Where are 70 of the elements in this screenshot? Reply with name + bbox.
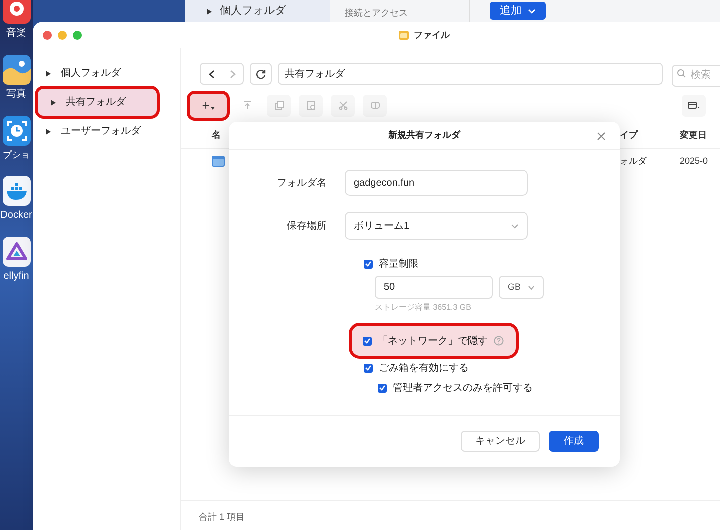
sidebar-item[interactable]: 個人フォルダ (220, 6, 286, 17)
table-cell-text: ォルダ (620, 154, 648, 168)
column-header[interactable]: イプ (620, 129, 680, 143)
app-label: プショ (3, 151, 30, 160)
chevron-down-icon (528, 286, 535, 290)
checkbox[interactable] (364, 364, 373, 372)
search-icon (677, 69, 686, 78)
dialog-title: 新規共有フォルダ (388, 128, 460, 142)
copy-icon (274, 101, 284, 110)
option-label: 管理者アクセスのみを許可する (393, 382, 533, 396)
hint-text: ストレージ容量 3651.3 GB (374, 302, 472, 314)
option-row[interactable]: ごみ箱を有効にする (364, 358, 469, 378)
expand-arrow-icon[interactable] (51, 100, 56, 106)
sidebar-item[interactable]: 個人フォルダ (33, 60, 180, 87)
expand-arrow-icon[interactable] (46, 128, 51, 134)
folder-name-field[interactable]: gadgecon.fun (345, 170, 528, 196)
column-header[interactable]: 変更日 (680, 129, 707, 143)
checkbox[interactable] (378, 384, 387, 392)
checkbox[interactable] (363, 336, 372, 346)
app-label: ellyfin (4, 272, 30, 282)
search-field[interactable]: 検索 (672, 64, 720, 86)
upload-icon (242, 101, 252, 110)
app-label: Docker (0, 211, 32, 221)
section-label: 接続とアクセス (345, 8, 408, 18)
paste-icon (306, 101, 316, 110)
caret-icon (210, 107, 215, 110)
music-app-icon[interactable] (2, 0, 30, 24)
sidebar-item[interactable]: ユーザーフォルダ (33, 118, 180, 145)
option-row[interactable]: 管理者アクセスのみを許可する (364, 378, 533, 398)
app-label: 写真 (6, 90, 26, 100)
triangle-app-icon[interactable] (2, 237, 30, 267)
unit-select[interactable]: GB (499, 276, 544, 299)
chevron-left-icon (208, 70, 214, 79)
view-icon (688, 101, 700, 110)
field-label: 保存場所 (286, 220, 328, 234)
item-count: 合計 1 項目 (199, 512, 246, 522)
app-label: 音楽 (6, 29, 26, 39)
sidebar-item[interactable]: 共有フォルダ (38, 89, 157, 116)
option-label: 「ネットワーク」で隠す (378, 334, 488, 348)
option-label: 容量制限 (379, 258, 419, 272)
chevron-right-icon (230, 70, 236, 79)
chevron-down-icon (528, 8, 536, 14)
folder-icon (399, 31, 409, 40)
option-label: ごみ箱を有効にする (379, 362, 469, 376)
create-button[interactable]: 作成 (549, 431, 599, 452)
add-button[interactable]: 追加 (490, 2, 546, 20)
clock-app-icon[interactable] (2, 116, 30, 146)
expand-arrow-icon[interactable] (46, 70, 51, 76)
landscape-app-icon[interactable] (2, 55, 30, 85)
add-button[interactable]: + (190, 94, 227, 118)
window-title: ファイル (414, 29, 450, 42)
quota-field[interactable]: 50 (375, 276, 493, 299)
field-label: フォルダ名 (276, 176, 328, 190)
location-select[interactable]: ボリューム1 (345, 212, 528, 240)
scissors-icon (338, 101, 348, 110)
option-row[interactable]: 「ネットワーク」で隠す (352, 326, 516, 356)
refresh-button[interactable] (250, 63, 272, 86)
checkbox[interactable] (364, 260, 373, 268)
rename-icon (370, 101, 380, 110)
expand-arrow-icon[interactable] (207, 9, 212, 15)
chevron-down-icon (511, 224, 519, 228)
option-row[interactable]: 容量制限 (364, 254, 419, 274)
cancel-button[interactable]: キャンセル (461, 431, 540, 452)
table-cell-text: 2025-0 (680, 154, 708, 168)
view-button[interactable] (682, 94, 706, 116)
folder-icon (212, 156, 225, 167)
path-field[interactable]: 共有フォルダ (278, 63, 663, 86)
close-icon (596, 132, 606, 140)
whale-app-icon[interactable] (2, 176, 30, 206)
refresh-icon (256, 69, 266, 80)
